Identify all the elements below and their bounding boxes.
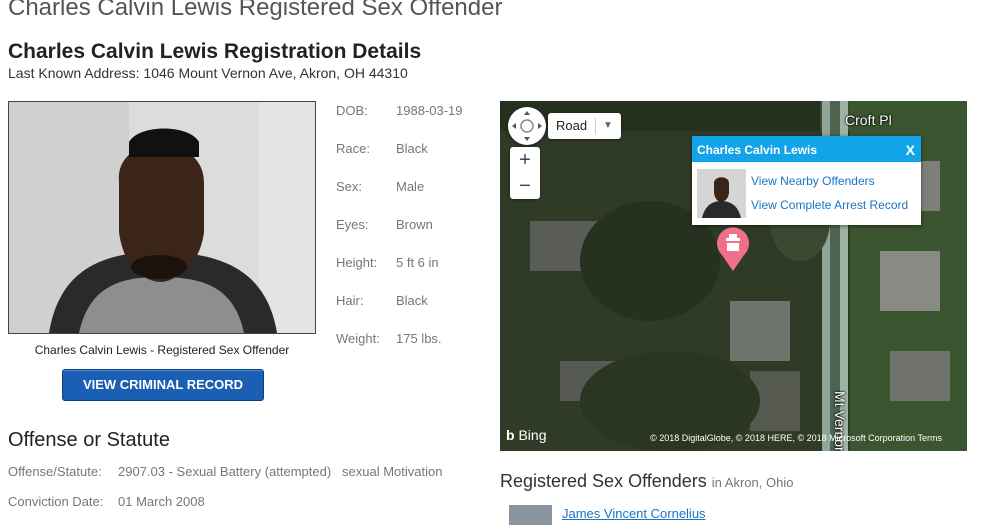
- chevron-down-icon: ▼: [603, 120, 613, 131]
- conviction-date-row: Conviction Date: 01 March 2008: [8, 494, 205, 509]
- map-copyright[interactable]: © 2018 DigitalGlobe, © 2018 HERE, © 2018…: [650, 433, 942, 443]
- conviction-date-value: 01 March 2008: [118, 494, 205, 509]
- detail-label: Sex:: [336, 179, 363, 194]
- street-label-croft: Croft Pl: [845, 112, 892, 128]
- info-popup-title: Charles Calvin Lewis: [697, 143, 818, 157]
- registered-offenders-heading: Registered Sex Offenders in Akron, Ohio: [500, 471, 793, 492]
- view-nearby-offenders-link[interactable]: View Nearby Offenders: [751, 174, 875, 188]
- detail-dob: DOB: 1988-03-19: [336, 103, 463, 118]
- page-title: Charles Calvin Lewis Registered Sex Offe…: [8, 0, 503, 21]
- detail-label: Eyes:: [336, 217, 369, 232]
- detail-sex: Sex: Male: [336, 179, 424, 194]
- bing-logo: b Bing: [506, 427, 546, 443]
- offense-statute-row: Offense/Statute: 2907.03 - Sexual Battery…: [8, 464, 442, 479]
- detail-label: DOB:: [336, 103, 368, 118]
- map-marker-icon: [717, 227, 749, 271]
- bing-label: Bing: [518, 427, 547, 443]
- offender-thumbnail: [697, 169, 746, 218]
- offenders-location: in Akron, Ohio: [711, 475, 794, 490]
- detail-race: Race: Black: [336, 141, 428, 156]
- photo-caption: Charles Calvin Lewis - Registered Sex Of…: [34, 343, 290, 357]
- detail-value: Black: [396, 293, 428, 308]
- detail-label: Hair:: [336, 293, 364, 308]
- pan-arrows-icon: [512, 111, 542, 141]
- last-known-address: Last Known Address: 1046 Mount Vernon Av…: [8, 65, 408, 81]
- offenders-heading-text: Registered Sex Offenders: [500, 471, 707, 491]
- map-view[interactable]: + − Road ▼ Croft Pl Mt Vernon Charles Ca…: [500, 101, 967, 451]
- registration-details-heading: Charles Calvin Lewis Registration Detail…: [8, 40, 422, 63]
- offender-photo: [8, 101, 316, 334]
- offender-list-thumbnail[interactable]: [509, 505, 552, 525]
- map-type-value: Road: [556, 118, 588, 133]
- offender-list-link[interactable]: James Vincent Cornelius: [562, 506, 706, 521]
- detail-label: Height:: [336, 255, 378, 270]
- map-info-popup: Charles Calvin Lewis X View Nearby Offen…: [692, 136, 921, 225]
- view-arrest-record-link[interactable]: View Complete Arrest Record: [751, 198, 908, 212]
- detail-value: 5 ft 6 in: [396, 255, 439, 270]
- detail-value: Brown: [396, 217, 433, 232]
- offense-statute-value: 2907.03 - Sexual Battery (attempted) sex…: [118, 464, 443, 479]
- bing-icon: b: [506, 427, 515, 443]
- detail-eyes: Eyes: Brown: [336, 217, 433, 232]
- detail-value: Black: [396, 141, 428, 156]
- map-type-select[interactable]: Road ▼: [548, 113, 621, 139]
- offender-photo-image: [9, 102, 315, 333]
- detail-value: 175 lbs.: [396, 331, 442, 346]
- zoom-in-button[interactable]: +: [510, 147, 540, 173]
- info-popup-header: Charles Calvin Lewis X: [692, 136, 921, 162]
- detail-weight: Weight: 175 lbs.: [336, 331, 442, 346]
- conviction-date-label: Conviction Date:: [8, 494, 104, 509]
- zoom-out-button[interactable]: −: [510, 173, 540, 199]
- detail-label: Race:: [336, 141, 370, 156]
- close-icon[interactable]: X: [906, 136, 915, 164]
- offender-thumbnail-image: [697, 169, 746, 218]
- map-pan-control[interactable]: [508, 107, 546, 145]
- offense-statute-label: Offense/Statute:: [8, 464, 102, 479]
- detail-label: Weight:: [336, 331, 380, 346]
- offense-heading: Offense or Statute: [8, 429, 170, 451]
- view-criminal-record-button[interactable]: VIEW CRIMINAL RECORD: [62, 369, 264, 401]
- detail-hair: Hair: Black: [336, 293, 428, 308]
- zoom-control: + −: [510, 147, 540, 199]
- detail-value: Male: [396, 179, 425, 194]
- detail-value: 1988-03-19: [396, 103, 463, 118]
- detail-height: Height: 5 ft 6 in: [336, 255, 439, 270]
- select-divider: [595, 118, 596, 134]
- location-pin-icon[interactable]: [714, 225, 752, 278]
